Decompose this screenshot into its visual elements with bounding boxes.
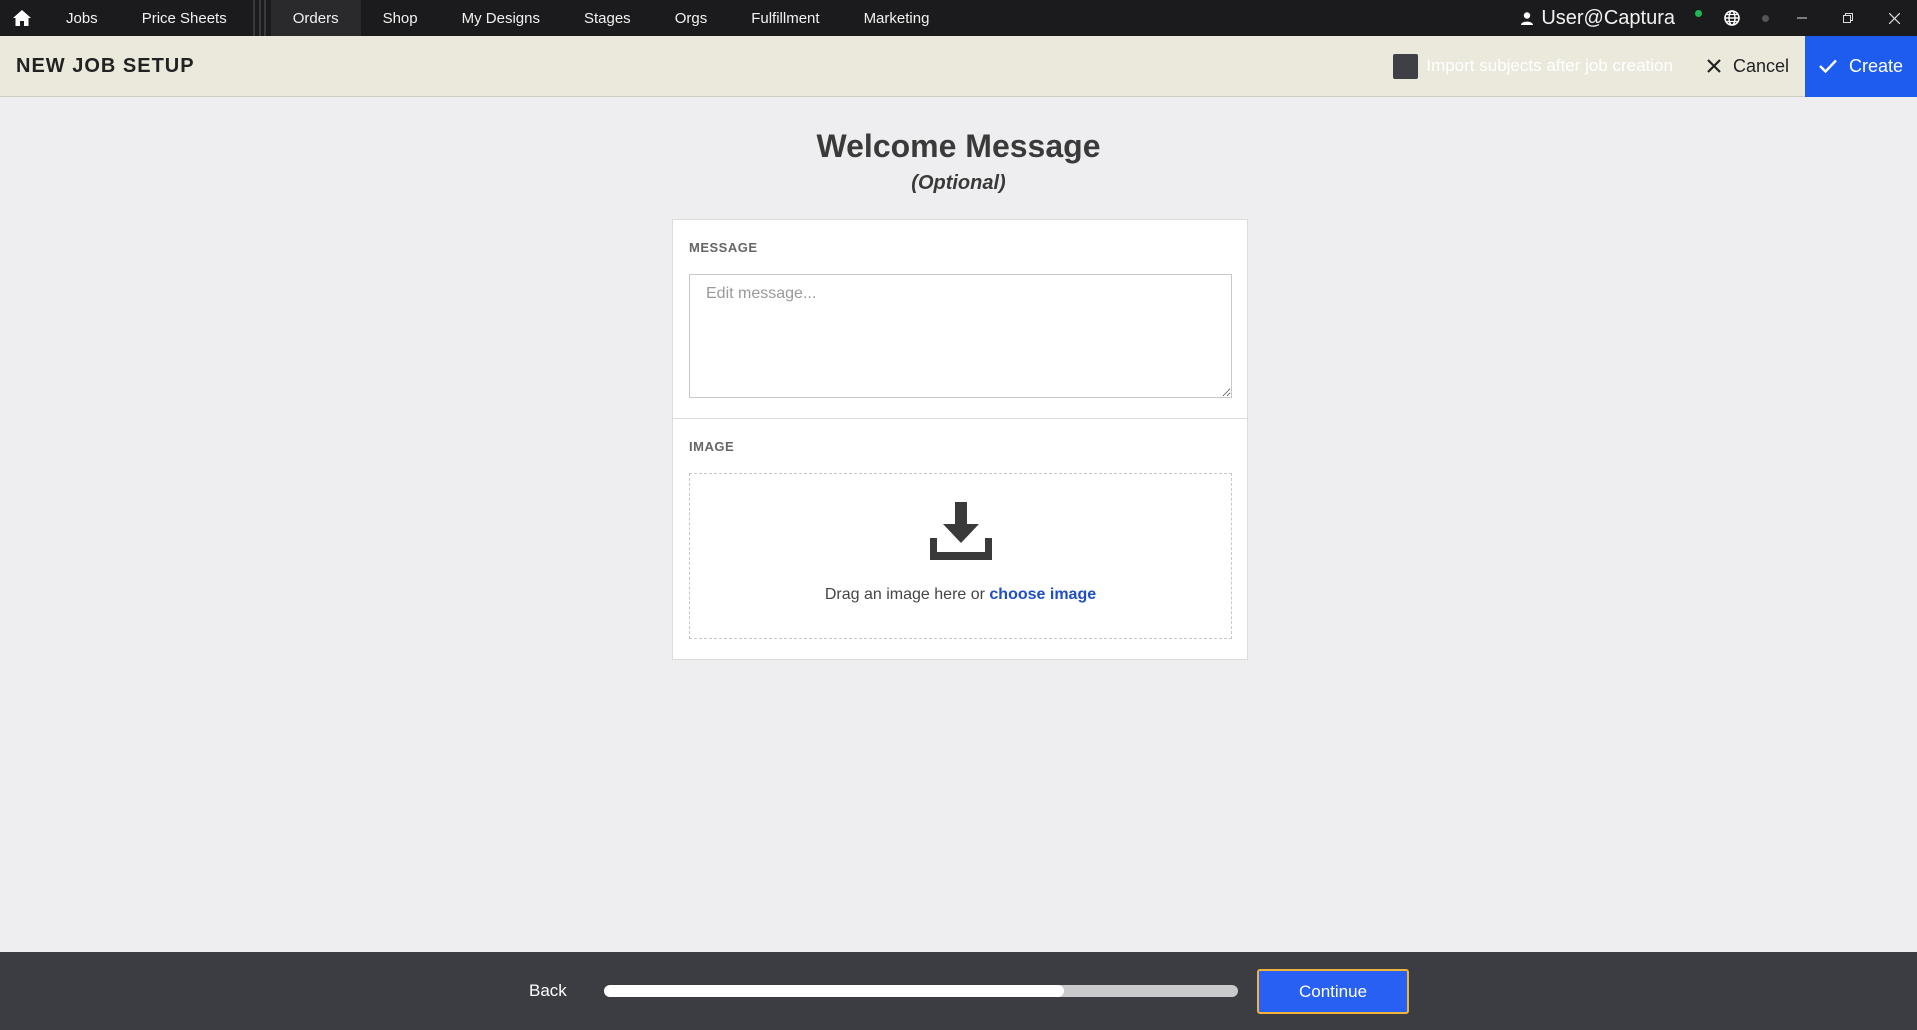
image-dropzone[interactable]: Drag an image here or choose image [689, 473, 1232, 639]
minimize-icon [1797, 17, 1807, 19]
nav-jobs[interactable]: Jobs [44, 0, 120, 36]
nav-divider [249, 0, 271, 36]
user-icon [1521, 11, 1534, 25]
message-input[interactable] [689, 274, 1232, 398]
setup-progress-bar [604, 985, 1238, 997]
close-window-button[interactable] [1871, 0, 1917, 36]
image-label: IMAGE [689, 439, 735, 454]
globe-icon [1724, 10, 1740, 26]
language-button[interactable] [1712, 0, 1752, 36]
nav-marketing[interactable]: Marketing [842, 0, 952, 36]
continue-label: Continue [1298, 981, 1368, 1001]
download-icon [930, 502, 992, 560]
nav-shop[interactable]: Shop [361, 0, 440, 36]
import-subjects-checkbox[interactable] [1393, 53, 1419, 79]
close-icon [1888, 12, 1900, 24]
restore-icon [1843, 13, 1853, 23]
top-nav-bar: Jobs Price Sheets Orders Shop My Designs… [0, 0, 1917, 36]
cancel-label: Cancel [1732, 55, 1789, 76]
nav-fulfillment[interactable]: Fulfillment [729, 0, 841, 36]
dropzone-text: Drag an image here or choose image [690, 586, 1231, 604]
sync-status-dot [1762, 14, 1769, 22]
nav-price-sheets[interactable]: Price Sheets [120, 0, 249, 36]
restore-button[interactable] [1825, 0, 1871, 36]
nav-orgs[interactable]: Orgs [653, 0, 730, 36]
create-button[interactable]: Create [1805, 35, 1917, 97]
nav-my-designs[interactable]: My Designs [440, 0, 562, 36]
message-label: MESSAGE [689, 240, 758, 255]
choose-image-link[interactable]: choose image [989, 586, 1096, 603]
section-divider [673, 418, 1247, 419]
continue-button[interactable]: Continue [1257, 969, 1409, 1014]
setup-progress-fill [604, 985, 1064, 997]
connection-status-dot [1695, 9, 1702, 17]
checkmark-icon [1819, 59, 1837, 73]
minimize-button[interactable] [1779, 0, 1825, 36]
import-subjects-label: Import subjects after job creation [1426, 56, 1673, 75]
create-label: Create [1848, 55, 1904, 76]
section-title: Welcome Message [816, 128, 1101, 164]
job-setup-header: NEW JOB SETUP Import subjects after job … [0, 35, 1917, 97]
cancel-button[interactable]: Cancel [1707, 56, 1789, 77]
nav-stages[interactable]: Stages [562, 0, 653, 36]
user-menu[interactable]: User@Captura [1511, 7, 1685, 30]
close-icon [1707, 59, 1721, 73]
home-button[interactable] [0, 0, 44, 36]
user-name: User@Captura [1541, 6, 1675, 29]
page-title: NEW JOB SETUP [16, 54, 195, 77]
back-button[interactable]: Back [529, 981, 567, 1001]
home-icon [13, 10, 31, 26]
dropzone-instruction: Drag an image here or [824, 586, 990, 603]
welcome-message-card: MESSAGE IMAGE Drag an image here or choo… [672, 219, 1248, 660]
nav-orders[interactable]: Orders [270, 0, 361, 36]
section-subtitle: (Optional) [911, 172, 1006, 194]
import-subjects-toggle[interactable]: Import subjects after job creation [1393, 53, 1673, 79]
